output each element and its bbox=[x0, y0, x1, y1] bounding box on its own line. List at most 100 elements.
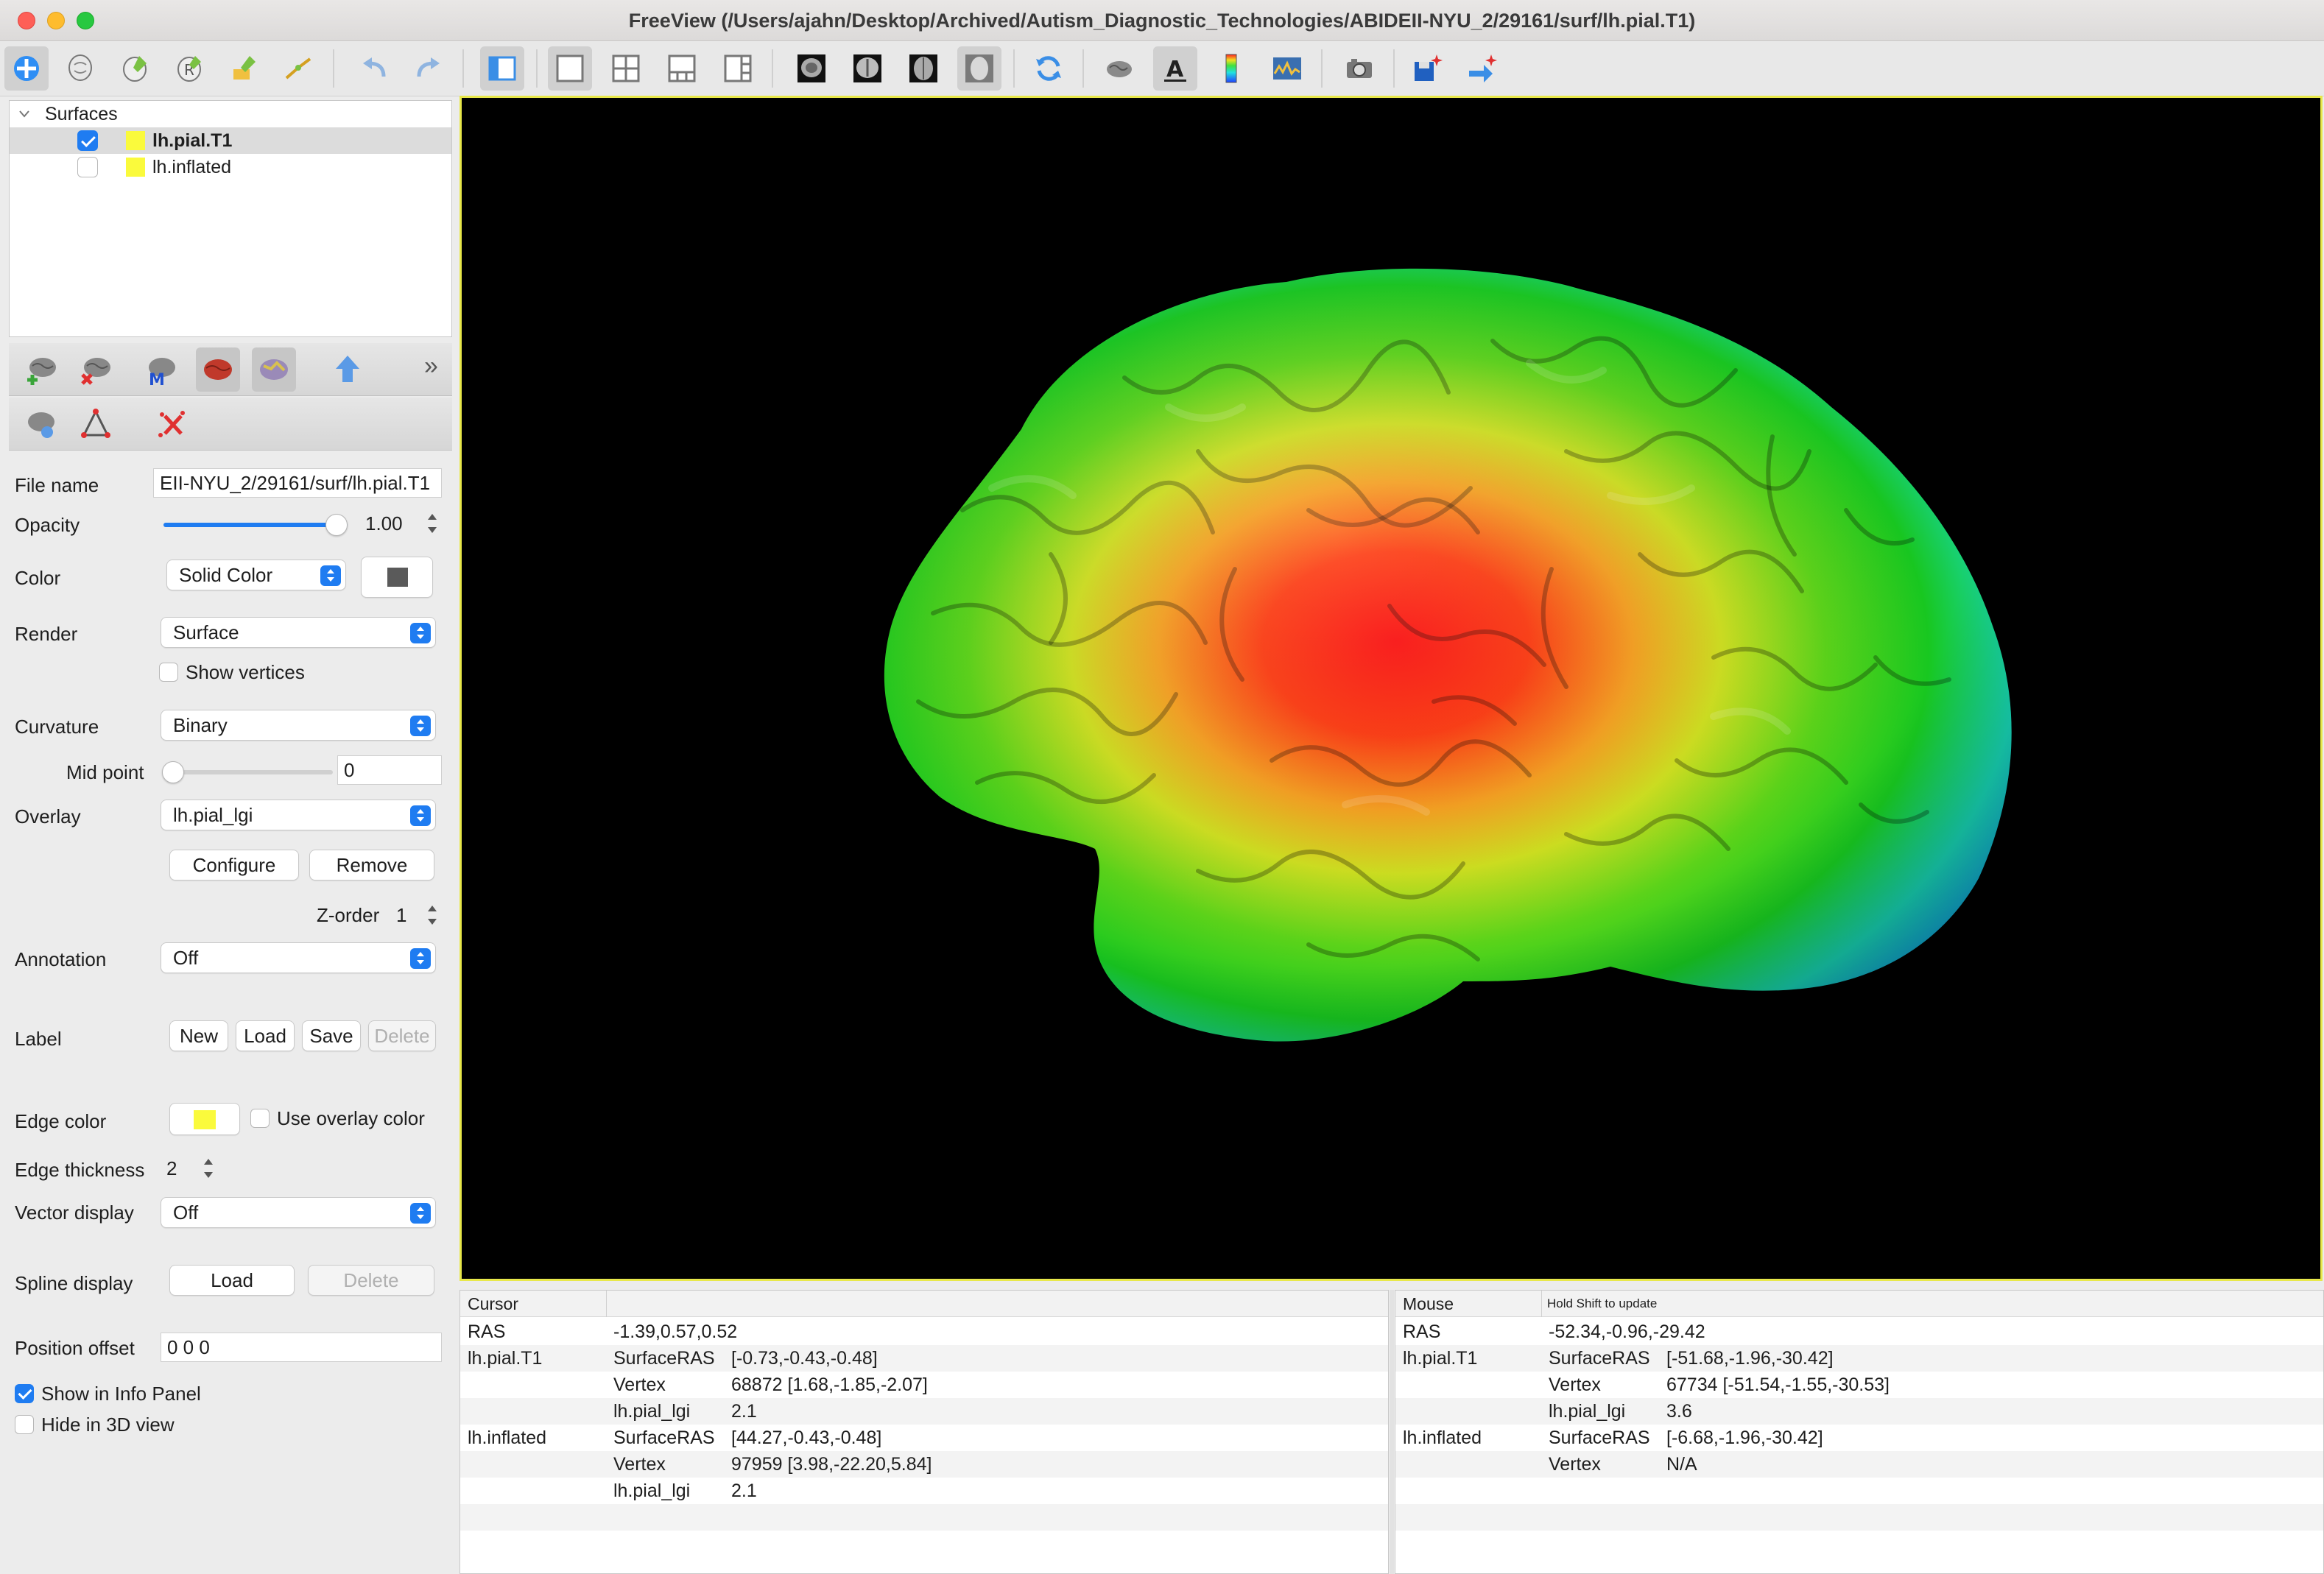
surface-color-icon[interactable] bbox=[196, 347, 240, 392]
zorder-field[interactable]: 1 bbox=[390, 901, 423, 929]
screenshot-icon[interactable] bbox=[1337, 46, 1381, 91]
hide-in-3d-label: Hide in 3D view bbox=[41, 1414, 175, 1436]
chevron-down-icon[interactable] bbox=[18, 110, 30, 119]
annotation-select[interactable]: Off bbox=[161, 942, 436, 973]
roi-edit-icon[interactable]: R bbox=[168, 46, 212, 91]
render-select[interactable]: Surface bbox=[161, 617, 436, 648]
show-histogram-icon[interactable] bbox=[1265, 46, 1309, 91]
midpoint-field[interactable]: 0 bbox=[337, 755, 442, 785]
remove-points-icon[interactable] bbox=[150, 402, 194, 446]
label-load-button[interactable]: Load bbox=[236, 1020, 295, 1051]
label-save-button[interactable]: Save bbox=[302, 1020, 361, 1051]
show-in-info-panel-checkbox[interactable] bbox=[15, 1384, 34, 1403]
edge-color-button[interactable] bbox=[169, 1103, 240, 1135]
curvature-label: Curvature bbox=[15, 716, 99, 738]
info-row: lh.pial.T1 SurfaceRAS [-51.68,-1.96,-30.42… bbox=[1395, 1345, 2323, 1372]
midpoint-slider-handle[interactable] bbox=[162, 761, 184, 783]
opacity-stepper[interactable] bbox=[426, 511, 439, 537]
label-delete-button[interactable]: Delete bbox=[368, 1020, 436, 1051]
surface-label-icon[interactable] bbox=[252, 347, 296, 392]
axial-view-icon[interactable] bbox=[901, 46, 946, 91]
color-picker-button[interactable] bbox=[361, 557, 433, 598]
info-cell-c3: 3.6 bbox=[1666, 1401, 1692, 1422]
midpoint-slider-track[interactable] bbox=[166, 770, 333, 774]
coronal-view-icon[interactable] bbox=[845, 46, 890, 91]
main-toolbar: R A bbox=[0, 42, 2324, 96]
brain-surface-render[interactable] bbox=[462, 98, 2320, 1279]
path-icon[interactable] bbox=[74, 402, 118, 446]
info-cell-c3: [44.27,-0.43,-0.48] bbox=[731, 1427, 882, 1448]
layout-1-3-horizontal-icon[interactable] bbox=[716, 46, 760, 91]
show-color-bar-icon[interactable] bbox=[1209, 46, 1253, 91]
show-annotation-text-icon[interactable]: A bbox=[1153, 46, 1197, 91]
info-cell-c3: 97959 [3.98,-22.20,5.84] bbox=[731, 1454, 932, 1475]
brain-surface bbox=[884, 268, 2012, 1042]
info-cell-c3: [-6.68,-1.96,-30.42] bbox=[1666, 1427, 1823, 1448]
layout-1x1-icon[interactable] bbox=[548, 46, 592, 91]
configure-button[interactable]: Configure bbox=[169, 850, 299, 880]
reset-view-icon[interactable] bbox=[1027, 46, 1071, 91]
remove-overlay-button[interactable]: Remove bbox=[309, 850, 434, 880]
save-point-icon[interactable] bbox=[1405, 46, 1449, 91]
select-arrow-icon bbox=[320, 565, 341, 586]
layer-name: lh.pial.T1 bbox=[152, 130, 233, 151]
close-surface-icon[interactable] bbox=[74, 347, 118, 392]
layer-row-lh-inflated[interactable]: lh.inflated bbox=[10, 154, 451, 180]
layer-row-lh-pial-t1[interactable]: lh.pial.T1 bbox=[10, 127, 451, 154]
show-surface-icon[interactable] bbox=[1097, 46, 1141, 91]
spline-delete-button[interactable]: Delete bbox=[308, 1265, 434, 1296]
mouse-header-hint: Hold Shift to update bbox=[1547, 1296, 1658, 1310]
hide-in-3d-checkbox[interactable] bbox=[15, 1415, 34, 1434]
move-up-icon[interactable] bbox=[325, 347, 370, 392]
toggle-panel-icon[interactable] bbox=[480, 46, 524, 91]
load-surface-icon[interactable] bbox=[19, 347, 63, 392]
info-cell-c1: RAS bbox=[468, 1321, 506, 1342]
contour-icon[interactable] bbox=[277, 46, 321, 91]
position-offset-field[interactable]: 0 0 0 bbox=[161, 1333, 442, 1362]
layer-visibility-checkbox[interactable] bbox=[77, 130, 98, 151]
redo-icon[interactable] bbox=[406, 46, 451, 91]
opacity-label: Opacity bbox=[15, 514, 80, 536]
navigate-icon[interactable] bbox=[4, 46, 49, 91]
3d-view-icon[interactable] bbox=[957, 46, 1001, 91]
spline-load-button[interactable]: Load bbox=[169, 1265, 295, 1296]
info-row: lh.pial.T1 SurfaceRAS [-0.73,-0.43,-0.48] bbox=[460, 1345, 1388, 1372]
info-panel-splitter[interactable] bbox=[1390, 1290, 1394, 1574]
load-patch-icon[interactable] bbox=[19, 402, 63, 446]
layout-2x2-icon[interactable] bbox=[604, 46, 648, 91]
info-row: Vertex 67734 [-51.54,-1.55,-30.53] bbox=[1395, 1372, 2323, 1398]
goto-point-icon[interactable] bbox=[1459, 46, 1504, 91]
info-cell-c2: Vertex bbox=[1549, 1454, 1601, 1475]
sagittal-view-icon[interactable] bbox=[789, 46, 834, 91]
undo-icon[interactable] bbox=[352, 46, 396, 91]
vector-display-select[interactable]: Off bbox=[161, 1197, 436, 1228]
info-row: lh.pial_lgi 3.6 bbox=[1395, 1398, 2323, 1425]
layout-1-3-icon[interactable] bbox=[660, 46, 704, 91]
info-cell-c1: RAS bbox=[1403, 1321, 1441, 1342]
layer-visibility-checkbox[interactable] bbox=[77, 157, 98, 177]
opacity-value[interactable]: 1.00 bbox=[361, 509, 423, 539]
info-row bbox=[1395, 1504, 2323, 1531]
surfaces-group[interactable]: Surfaces bbox=[10, 101, 451, 127]
zorder-stepper[interactable] bbox=[426, 903, 439, 929]
point-set-edit-icon[interactable] bbox=[222, 46, 267, 91]
edge-thickness-stepper[interactable] bbox=[202, 1156, 215, 1182]
curvature-select[interactable]: Binary bbox=[161, 710, 436, 741]
label-new-button[interactable]: New bbox=[169, 1020, 228, 1051]
show-vertices-checkbox[interactable] bbox=[159, 663, 178, 682]
overlay-select[interactable]: lh.pial_lgi bbox=[161, 800, 436, 830]
render-label: Render bbox=[15, 623, 78, 645]
edge-thickness-field[interactable]: 2 bbox=[161, 1154, 199, 1182]
opacity-slider-handle[interactable] bbox=[325, 514, 348, 536]
use-overlay-color-checkbox[interactable] bbox=[250, 1109, 270, 1128]
more-tools-button[interactable]: » bbox=[424, 352, 438, 381]
voxel-edit-icon[interactable] bbox=[59, 46, 103, 91]
select-arrow-icon bbox=[410, 716, 431, 736]
color-mode-select[interactable]: Solid Color bbox=[166, 560, 346, 590]
info-cell-c2: lh.pial_lgi bbox=[613, 1481, 691, 1501]
info-row: RAS -1.39,0.57,0.52 bbox=[460, 1319, 1388, 1345]
file-name-field[interactable]: EII-NYU_2/29161/surf/lh.pial.T1 bbox=[153, 468, 442, 498]
load-surface-overlay-icon[interactable]: M bbox=[138, 347, 183, 392]
render-view-3d[interactable] bbox=[459, 96, 2323, 1281]
recon-edit-icon[interactable] bbox=[113, 46, 158, 91]
